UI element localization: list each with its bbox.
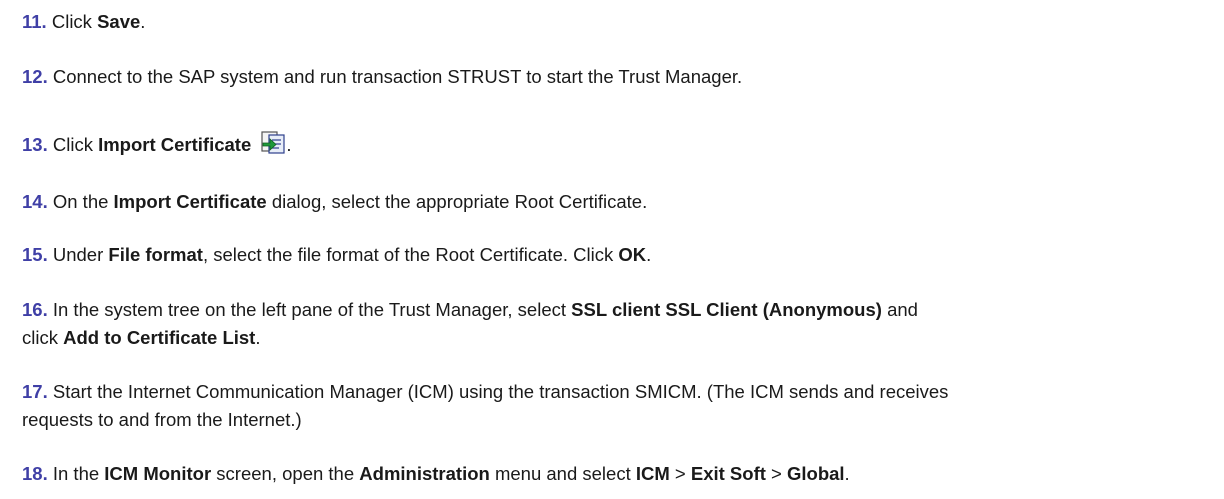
ui-term-administration: Administration (359, 463, 490, 484)
step-16: 16. In the system tree on the left pane … (22, 296, 1202, 352)
step-text: Click (52, 134, 99, 155)
step-number: 14. (22, 191, 48, 212)
ui-term-icm: ICM (635, 463, 670, 484)
step-text: Click (51, 11, 98, 32)
ui-term-import-certificate-dialog: Import Certificate (113, 191, 267, 212)
step-text: . (646, 244, 652, 265)
step-text: Under (52, 244, 109, 265)
ui-term-global: Global (786, 463, 845, 484)
step-number: 13. (22, 134, 48, 155)
step-text: . (286, 134, 292, 155)
document-page: 11. Click Save. 12. Connect to the SAP s… (0, 0, 1224, 499)
step-text: In the system tree on the left pane of t… (52, 299, 572, 320)
step-text: > (669, 463, 691, 484)
step-14: 14. On the Import Certificate dialog, se… (22, 188, 1202, 216)
step-12: 12. Connect to the SAP system and run tr… (22, 63, 1202, 91)
step-text: and (881, 299, 918, 320)
step-text: dialog, select the appropriate Root Cert… (266, 191, 648, 212)
step-17: 17. Start the Internet Communication Man… (22, 378, 1202, 434)
ui-term-save: Save (97, 11, 141, 32)
step-18: 18. In the ICM Monitor screen, open the … (22, 460, 1202, 488)
step-number: 16. (22, 299, 48, 320)
ui-term-add-to-certificate-list: Add to Certificate List (63, 327, 256, 348)
step-11: 11. Click Save. (22, 8, 1202, 36)
step-text: menu and select (489, 463, 636, 484)
step-text: . (255, 327, 261, 348)
step-text: , select the file format of the Root Cer… (202, 244, 619, 265)
ui-term-exit-soft: Exit Soft (690, 463, 766, 484)
step-text: screen, open the (211, 463, 360, 484)
step-text: . (140, 11, 146, 32)
ui-term-import-certificate: Import Certificate (98, 134, 252, 155)
step-number: 15. (22, 244, 48, 265)
step-text: On the (52, 191, 114, 212)
step-15: 15. Under File format, select the file f… (22, 241, 1202, 269)
ui-term-icm-monitor: ICM Monitor (104, 463, 212, 484)
step-text: Start the Internet Communication Manager… (52, 381, 949, 402)
step-text: In the (52, 463, 105, 484)
ui-term-file-format: File format (108, 244, 203, 265)
step-number: 18. (22, 463, 48, 484)
import-certificate-icon (260, 129, 286, 155)
step-text: click (22, 327, 64, 348)
step-13: 13. Click Import Certificate . (22, 129, 1202, 159)
step-text: Connect to the SAP system and run transa… (52, 66, 743, 87)
step-text: > (765, 463, 787, 484)
step-number: 11. (22, 11, 47, 32)
step-number: 17. (22, 381, 48, 402)
step-text: . (844, 463, 850, 484)
step-number: 12. (22, 66, 48, 87)
ui-term-ok: OK (618, 244, 647, 265)
ui-term-ssl-client: SSL client SSL Client (Anonymous) (571, 299, 882, 320)
step-text: requests to and from the Internet.) (22, 409, 302, 430)
